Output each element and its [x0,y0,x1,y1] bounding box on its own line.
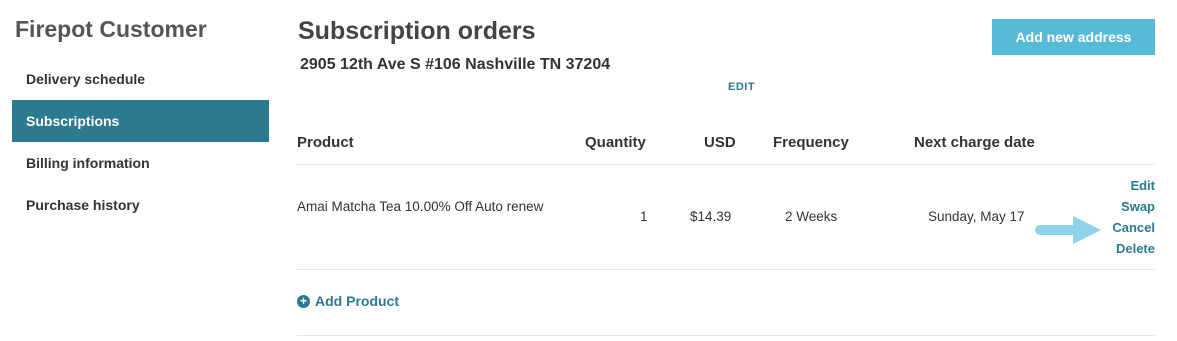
row-actions: Edit Swap Cancel Delete [1112,175,1155,259]
next-charge-value: Sunday, May 17 [928,209,1025,224]
add-product-label: Add Product [315,293,399,309]
sidebar-item-purchase-history[interactable]: Purchase history [12,184,269,226]
plus-circle-icon: + [297,294,310,308]
add-product-link[interactable]: + Add Product [297,293,399,309]
main-content: Subscription orders 2905 12th Ave S #106… [297,0,1155,341]
frequency-value: 2 Weeks [785,209,838,224]
column-header-next-charge-date: Next charge date [914,134,1035,151]
edit-address-link[interactable]: EDIT [728,81,755,93]
column-header-usd: USD [704,134,736,151]
column-header-product: Product [297,134,354,151]
sidebar-item-delivery-schedule[interactable]: Delivery schedule [12,58,269,100]
delivery-address: 2905 12th Ave S #106 Nashville TN 37204 [300,56,611,73]
quantity-value: 1 [640,209,648,224]
product-name: Amai Matcha Tea 10.00% Off Auto renew [297,199,544,214]
delete-subscription-link[interactable]: Delete [1112,238,1155,259]
table-row: Amai Matcha Tea 10.00% Off Auto renew 1 … [297,165,1155,270]
arrow-right-icon [1035,216,1101,244]
sidebar-item-subscriptions[interactable]: Subscriptions [12,100,269,142]
page-title: Subscription orders [298,17,536,45]
cancel-subscription-link[interactable]: Cancel [1112,217,1155,238]
column-header-frequency: Frequency [773,134,849,151]
sidebar-item-billing-information[interactable]: Billing information [12,142,269,184]
swap-subscription-link[interactable]: Swap [1112,196,1155,217]
sidebar-title: Firepot Customer [15,16,207,42]
price-value: $14.39 [690,209,732,224]
edit-subscription-link[interactable]: Edit [1112,175,1155,196]
table-header: Product Quantity USD Frequency Next char… [297,122,1155,165]
column-header-quantity: Quantity [585,134,646,151]
add-new-address-button[interactable]: Add new address [992,19,1155,55]
sidebar: Firepot Customer Delivery schedule Subsc… [12,14,269,226]
divider [297,335,1155,336]
